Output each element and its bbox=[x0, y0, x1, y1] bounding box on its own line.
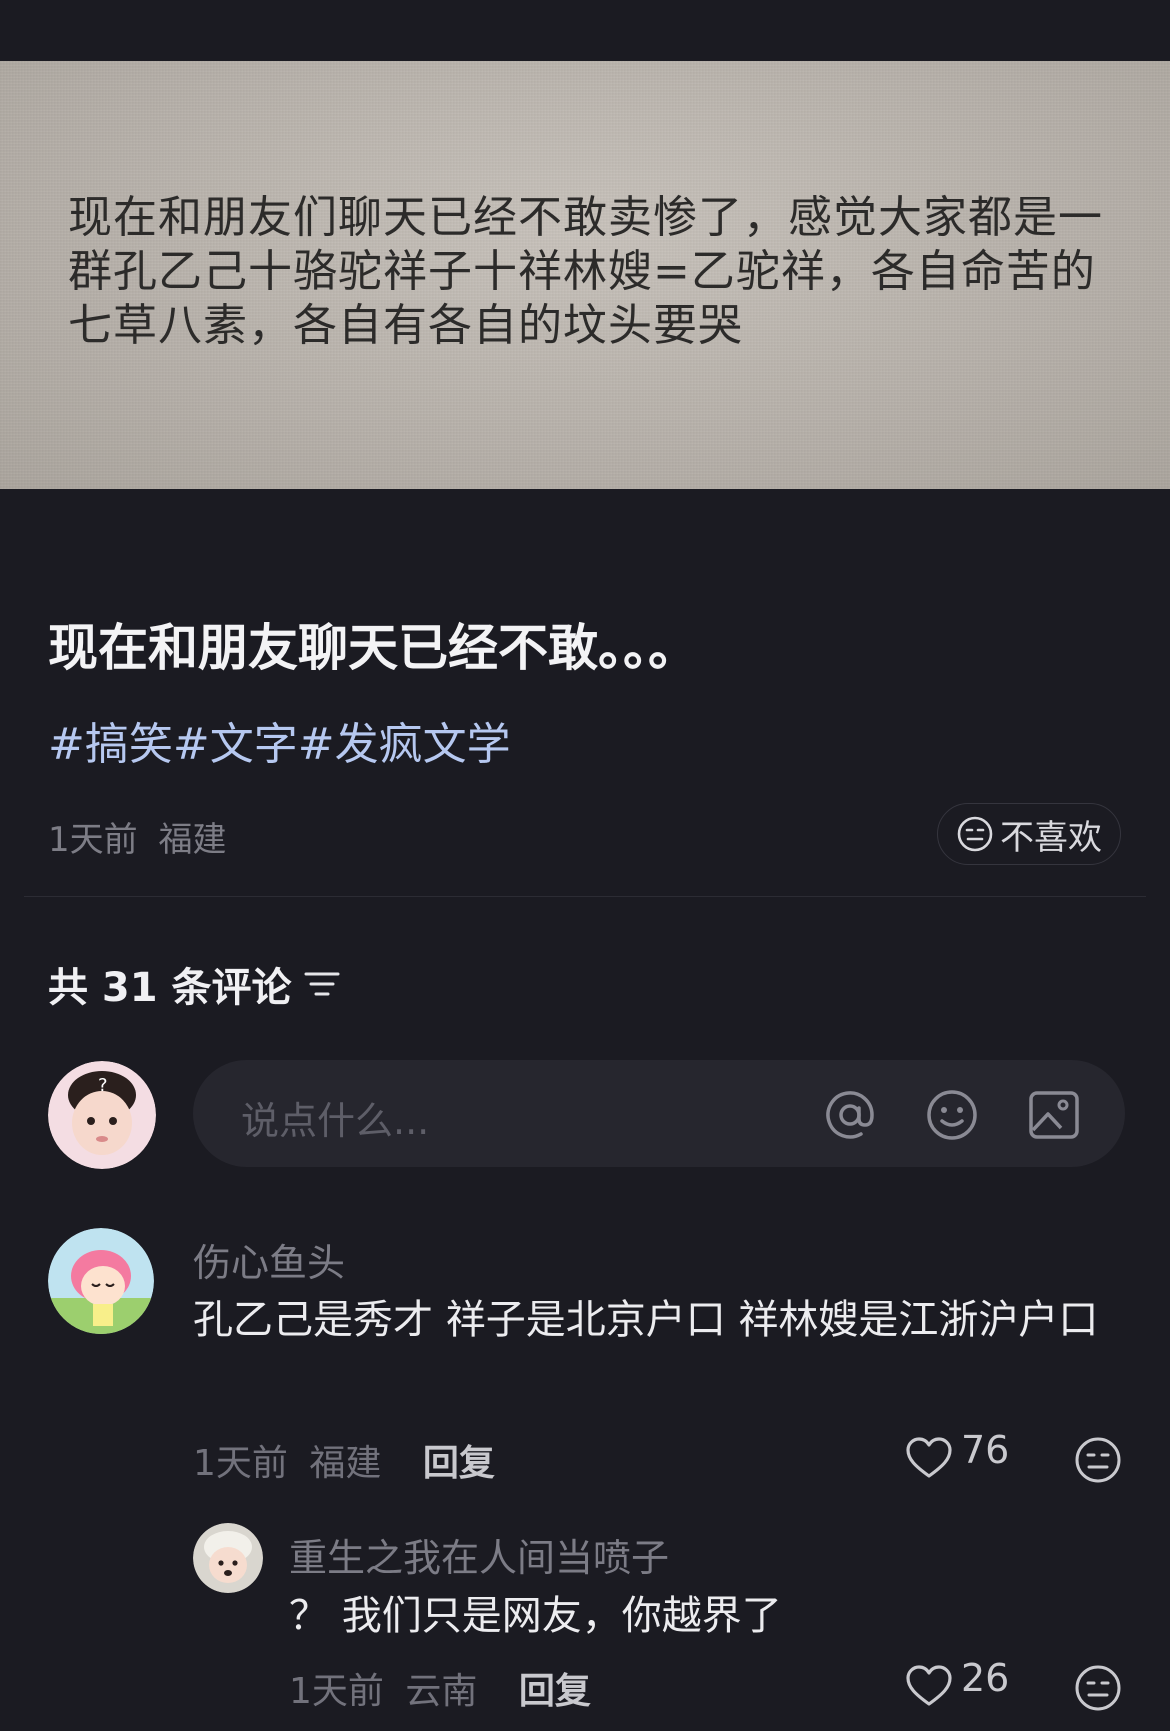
reply-button[interactable]: 回复 bbox=[423, 1443, 495, 1484]
post-image-text: 现在和朋友们聊天已经不敢卖惨了，感觉大家都是一群孔乙己十骆驼祥子十祥林嫂=乙驼祥… bbox=[68, 192, 1103, 351]
comment-time: 1天前 bbox=[193, 1443, 288, 1484]
post-tags: #搞笑#文字#发疯文学 bbox=[48, 708, 511, 772]
comment-time: 1天前 bbox=[289, 1671, 384, 1712]
comment-location: 福建 bbox=[309, 1443, 382, 1484]
post-location: 福建 bbox=[158, 820, 227, 860]
comment-text: ？ 我们只是网友，你越界了 bbox=[289, 1593, 782, 1639]
comment-input[interactable]: 说点什么... bbox=[193, 1060, 1125, 1167]
like-button[interactable]: 76 bbox=[905, 1428, 1009, 1480]
dislike-button[interactable]: 不喜欢 bbox=[937, 803, 1121, 865]
post-meta: 1天前 福建 bbox=[48, 812, 226, 861]
sort-lines-icon[interactable] bbox=[304, 968, 340, 1000]
like-button[interactable]: 26 bbox=[905, 1656, 1009, 1708]
top-bar bbox=[0, 0, 1170, 61]
post-image[interactable]: 现在和朋友们聊天已经不敢卖惨了，感觉大家都是一群孔乙己十骆驼祥子十祥林嫂=乙驼祥… bbox=[0, 61, 1170, 489]
heart-icon bbox=[906, 1437, 952, 1478]
post-title: 现在和朋友聊天已经不敢。。。 bbox=[48, 619, 698, 677]
comment-meta: 1天前 福建 回复 bbox=[193, 1434, 495, 1486]
comment-input-placeholder: 说点什么... bbox=[241, 1099, 430, 1143]
smiley-face-icon[interactable] bbox=[925, 1088, 979, 1142]
heart-icon bbox=[906, 1665, 952, 1706]
post-time: 1天前 bbox=[48, 820, 138, 860]
commenter-avatar[interactable] bbox=[193, 1523, 263, 1593]
dislike-label: 不喜欢 bbox=[1000, 817, 1102, 858]
reply-button[interactable]: 回复 bbox=[519, 1671, 591, 1712]
like-count: 76 bbox=[961, 1428, 1010, 1472]
commenter-avatar[interactable] bbox=[48, 1228, 154, 1334]
my-avatar[interactable]: ? bbox=[48, 1061, 156, 1169]
comment-count: 共 31 条评论 bbox=[48, 965, 292, 1011]
commenter-name[interactable]: 重生之我在人间当喷子 bbox=[289, 1527, 669, 1582]
comment-count-header: 共 31 条评论 bbox=[48, 955, 340, 1013]
like-count: 26 bbox=[961, 1656, 1010, 1700]
comment-meta: 1天前 云南 回复 bbox=[289, 1662, 591, 1714]
at-sign-icon[interactable] bbox=[823, 1088, 877, 1142]
tag-link[interactable]: #搞笑 bbox=[48, 719, 173, 770]
neutral-face-icon bbox=[957, 816, 993, 852]
tag-link[interactable]: #发疯文学 bbox=[298, 719, 511, 770]
image-icon[interactable] bbox=[1027, 1088, 1081, 1142]
commenter-name[interactable]: 伤心鱼头 bbox=[193, 1232, 345, 1287]
dislike-face-icon[interactable] bbox=[1074, 1436, 1122, 1484]
comment-text: 孔乙己是秀才 祥子是北京户口 祥林嫂是江浙沪户口 bbox=[193, 1297, 1099, 1343]
comment-location: 云南 bbox=[405, 1671, 478, 1712]
svg-text:?: ? bbox=[98, 1075, 108, 1096]
tag-link[interactable]: #文字 bbox=[173, 719, 298, 770]
dislike-face-icon[interactable] bbox=[1074, 1664, 1122, 1712]
divider bbox=[24, 896, 1146, 897]
